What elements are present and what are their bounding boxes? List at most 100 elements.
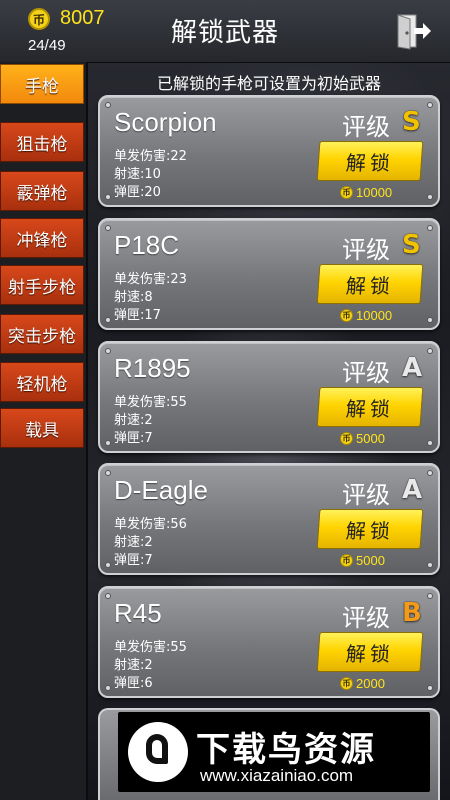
grade-badge: S [402,107,421,137]
rating-label: 评级 [342,359,390,387]
coin-icon: 币 [340,432,353,445]
rate-value: 10 [144,167,161,182]
rating-label: 评级 [342,481,390,509]
page-title: 解锁武器 [170,18,279,48]
rivet-icon [105,562,111,568]
damage-value: 56 [170,517,187,532]
rate-stat: 射速:2 [114,654,153,673]
weapon-name: R45 [114,598,162,628]
unlock-button[interactable]: 解锁 [316,632,424,672]
price-value: 10000 [356,185,393,200]
watermark-banner: 下载鸟资源 www.xiazainiao.com [118,712,430,792]
exit-button[interactable] [394,12,432,50]
unlock-price: 币 5000 [340,553,385,568]
rate-stat: 射速:2 [114,409,153,428]
unlock-price: 币 10000 [340,185,392,200]
grade-badge: B [402,598,422,628]
coin-icon: 币 [340,309,353,322]
damage-stat: 单发伤害:23 [114,268,187,287]
unlock-button[interactable]: 解锁 [316,509,424,549]
unlock-button[interactable]: 解锁 [316,264,424,304]
price-value: 2000 [356,676,385,691]
rating-label: 评级 [342,236,390,264]
magazine-value: 7 [144,431,153,446]
weapon-card: D-Eagle 单发伤害:56 射速:2 弹匣:7 评级 A 解锁币 5000 [98,463,440,575]
magazine-value: 7 [144,553,153,568]
rivet-icon [105,102,111,108]
rivet-icon [105,440,111,446]
rivet-icon [105,593,111,599]
rivet-icon [427,440,433,446]
damage-value: 23 [170,272,187,287]
section-subtitle: 已解锁的手枪可设置为初始武器 [156,74,381,93]
unlock-price: 币 10000 [340,308,392,323]
damage-stat: 单发伤害:55 [114,391,187,410]
weapon-card: R1895 单发伤害:55 射速:2 弹匣:7 评级 A 解锁币 5000 [98,341,440,453]
tab-4[interactable]: 冲锋枪 [0,218,84,258]
magazine-value: 17 [144,308,161,323]
magazine-value: 20 [144,185,161,200]
rate-value: 2 [144,413,153,428]
rivet-icon [105,470,111,476]
weapon-name: R1895 [114,353,191,383]
rivet-icon [105,685,111,691]
damage-label: 单发伤害: [114,517,171,532]
grade-badge: A [402,475,423,505]
rivet-icon [105,225,111,231]
watermark-title: 下载鸟资源 [196,730,376,770]
damage-label: 单发伤害: [114,395,171,410]
coin-icon: 币 [340,554,353,567]
damage-stat: 单发伤害:55 [114,636,187,655]
weapon-card: P18C 单发伤害:23 射速:8 弹匣:17 评级 S 解锁币 10000 [98,218,440,330]
magazine-stat: 弹匣:7 [114,427,153,446]
rate-label: 射速: [114,535,145,550]
damage-label: 单发伤害: [114,640,171,655]
weapon-name: D-Eagle [114,475,208,505]
rate-value: 2 [144,658,153,673]
tab-2[interactable]: 狙击枪 [0,122,84,162]
damage-value: 22 [170,149,187,164]
rivet-icon [105,194,111,200]
damage-stat: 单发伤害:22 [114,145,187,164]
rivet-icon [427,225,433,231]
unlock-button[interactable]: 解锁 [316,387,424,427]
rate-stat: 射速:2 [114,531,153,550]
magazine-label: 弹匣: [114,185,145,200]
tab-6[interactable]: 突击步枪 [0,314,84,354]
tab-1[interactable]: 手枪 [0,64,84,104]
damage-label: 单发伤害: [114,149,171,164]
magazine-label: 弹匣: [114,676,145,691]
tab-5[interactable]: 射手步枪 [0,265,84,305]
damage-label: 单发伤害: [114,272,171,287]
magazine-stat: 弹匣:6 [114,672,153,691]
rivet-icon [105,348,111,354]
rate-stat: 射速:8 [114,286,153,305]
rate-label: 射速: [114,413,145,428]
rivet-icon [427,593,433,599]
damage-value: 55 [170,395,187,410]
rivet-icon [427,348,433,354]
rivet-icon [427,317,433,323]
watermark-url: www.xiazainiao.com [200,766,354,785]
unlock-button[interactable]: 解锁 [316,141,424,181]
weapon-card: R45 单发伤害:55 射速:2 弹匣:6 评级 B 解锁币 2000 [98,586,440,698]
magazine-stat: 弹匣:20 [114,181,161,200]
tab-7[interactable]: 轻机枪 [0,362,84,402]
exit-door-icon [397,14,431,50]
magazine-label: 弹匣: [114,553,145,568]
rate-label: 射速: [114,167,145,182]
rating-label: 评级 [342,113,390,141]
rate-stat: 射速:10 [114,163,161,182]
rating-label: 评级 [342,604,390,632]
rivet-icon [105,317,111,323]
price-value: 5000 [356,431,385,446]
weapon-name: P18C [114,230,180,260]
unlock-price: 币 5000 [340,431,385,446]
rivet-icon [427,102,433,108]
tab-8[interactable]: 载具 [0,408,84,448]
magazine-label: 弹匣: [114,431,145,446]
tab-3[interactable]: 霰弹枪 [0,171,84,211]
grade-badge: S [402,230,421,260]
rate-value: 2 [144,535,153,550]
rivet-icon [427,685,433,691]
